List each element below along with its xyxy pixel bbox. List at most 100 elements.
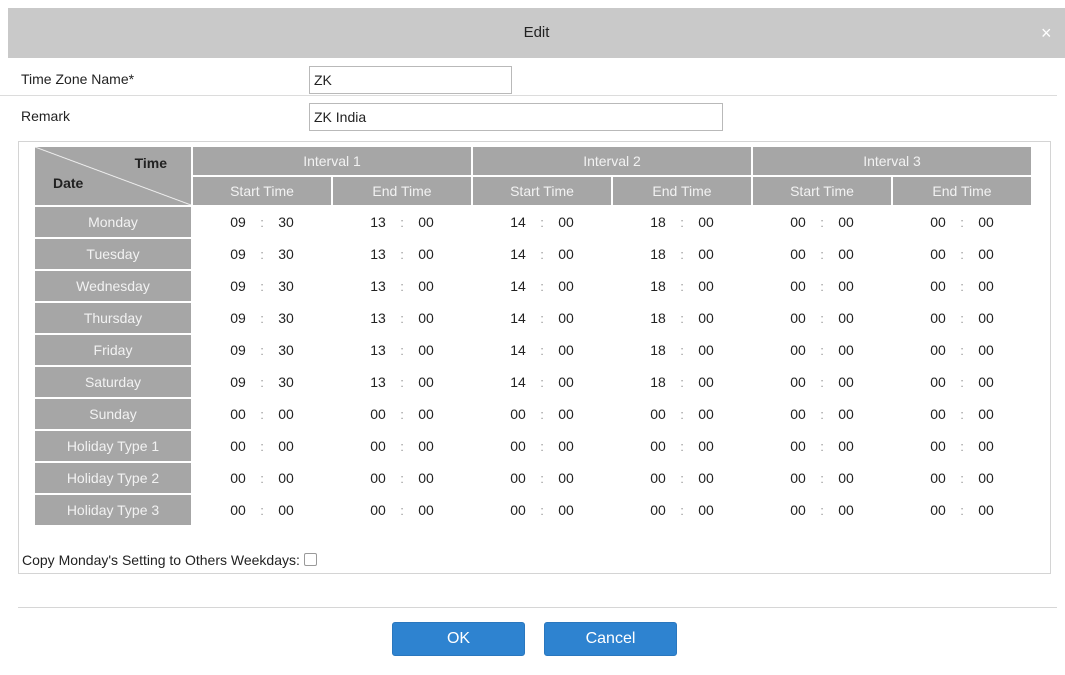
hour-field[interactable]: 00 bbox=[367, 406, 389, 422]
ok-button[interactable]: OK bbox=[392, 622, 525, 656]
minute-field[interactable]: 00 bbox=[415, 470, 437, 486]
hour-field[interactable]: 00 bbox=[507, 470, 529, 486]
hour-field[interactable]: 13 bbox=[367, 310, 389, 326]
hour-field[interactable]: 00 bbox=[647, 470, 669, 486]
hour-field[interactable]: 00 bbox=[227, 438, 249, 454]
minute-field[interactable]: 00 bbox=[275, 438, 297, 454]
hour-field[interactable]: 00 bbox=[927, 214, 949, 230]
minute-field[interactable]: 00 bbox=[695, 246, 717, 262]
minute-field[interactable]: 00 bbox=[835, 246, 857, 262]
hour-field[interactable]: 09 bbox=[227, 342, 249, 358]
minute-field[interactable]: 00 bbox=[275, 502, 297, 518]
minute-field[interactable]: 00 bbox=[555, 438, 577, 454]
hour-field[interactable]: 00 bbox=[367, 470, 389, 486]
remark-input[interactable] bbox=[309, 103, 723, 131]
minute-field[interactable]: 00 bbox=[835, 438, 857, 454]
minute-field[interactable]: 00 bbox=[415, 406, 437, 422]
minute-field[interactable]: 00 bbox=[835, 214, 857, 230]
minute-field[interactable]: 00 bbox=[695, 470, 717, 486]
hour-field[interactable]: 18 bbox=[647, 214, 669, 230]
minute-field[interactable]: 30 bbox=[275, 246, 297, 262]
hour-field[interactable]: 13 bbox=[367, 374, 389, 390]
minute-field[interactable]: 00 bbox=[975, 470, 997, 486]
minute-field[interactable]: 00 bbox=[975, 310, 997, 326]
minute-field[interactable]: 00 bbox=[835, 502, 857, 518]
minute-field[interactable]: 00 bbox=[835, 310, 857, 326]
hour-field[interactable]: 00 bbox=[787, 470, 809, 486]
minute-field[interactable]: 00 bbox=[555, 278, 577, 294]
hour-field[interactable]: 18 bbox=[647, 374, 669, 390]
hour-field[interactable]: 00 bbox=[927, 374, 949, 390]
close-icon[interactable]: × bbox=[1041, 8, 1065, 58]
minute-field[interactable]: 00 bbox=[415, 502, 437, 518]
minute-field[interactable]: 00 bbox=[695, 278, 717, 294]
hour-field[interactable]: 00 bbox=[787, 502, 809, 518]
minute-field[interactable]: 00 bbox=[695, 342, 717, 358]
hour-field[interactable]: 13 bbox=[367, 278, 389, 294]
minute-field[interactable]: 00 bbox=[415, 438, 437, 454]
hour-field[interactable]: 18 bbox=[647, 278, 669, 294]
minute-field[interactable]: 00 bbox=[975, 438, 997, 454]
hour-field[interactable]: 09 bbox=[227, 374, 249, 390]
hour-field[interactable]: 09 bbox=[227, 246, 249, 262]
minute-field[interactable]: 00 bbox=[555, 310, 577, 326]
hour-field[interactable]: 00 bbox=[367, 502, 389, 518]
hour-field[interactable]: 00 bbox=[507, 502, 529, 518]
hour-field[interactable]: 00 bbox=[787, 246, 809, 262]
hour-field[interactable]: 18 bbox=[647, 342, 669, 358]
hour-field[interactable]: 00 bbox=[927, 342, 949, 358]
minute-field[interactable]: 00 bbox=[555, 406, 577, 422]
hour-field[interactable]: 14 bbox=[507, 374, 529, 390]
hour-field[interactable]: 00 bbox=[507, 438, 529, 454]
hour-field[interactable]: 00 bbox=[787, 374, 809, 390]
hour-field[interactable]: 00 bbox=[787, 342, 809, 358]
hour-field[interactable]: 09 bbox=[227, 310, 249, 326]
hour-field[interactable]: 09 bbox=[227, 278, 249, 294]
minute-field[interactable]: 00 bbox=[555, 470, 577, 486]
minute-field[interactable]: 00 bbox=[415, 246, 437, 262]
hour-field[interactable]: 00 bbox=[227, 502, 249, 518]
minute-field[interactable]: 00 bbox=[835, 374, 857, 390]
minute-field[interactable]: 00 bbox=[695, 438, 717, 454]
hour-field[interactable]: 00 bbox=[787, 406, 809, 422]
hour-field[interactable]: 00 bbox=[647, 406, 669, 422]
copy-monday-checkbox[interactable] bbox=[303, 553, 317, 566]
minute-field[interactable]: 00 bbox=[695, 406, 717, 422]
hour-field[interactable]: 00 bbox=[927, 438, 949, 454]
minute-field[interactable]: 00 bbox=[415, 310, 437, 326]
minute-field[interactable]: 00 bbox=[975, 374, 997, 390]
minute-field[interactable]: 00 bbox=[415, 214, 437, 230]
minute-field[interactable]: 00 bbox=[695, 310, 717, 326]
minute-field[interactable]: 00 bbox=[415, 342, 437, 358]
hour-field[interactable]: 00 bbox=[227, 406, 249, 422]
minute-field[interactable]: 30 bbox=[275, 278, 297, 294]
hour-field[interactable]: 13 bbox=[367, 246, 389, 262]
minute-field[interactable]: 00 bbox=[555, 502, 577, 518]
minute-field[interactable]: 30 bbox=[275, 214, 297, 230]
minute-field[interactable]: 00 bbox=[555, 246, 577, 262]
hour-field[interactable]: 00 bbox=[787, 438, 809, 454]
hour-field[interactable]: 13 bbox=[367, 214, 389, 230]
minute-field[interactable]: 00 bbox=[975, 406, 997, 422]
hour-field[interactable]: 14 bbox=[507, 246, 529, 262]
minute-field[interactable]: 00 bbox=[695, 502, 717, 518]
hour-field[interactable]: 00 bbox=[787, 278, 809, 294]
hour-field[interactable]: 00 bbox=[227, 470, 249, 486]
hour-field[interactable]: 18 bbox=[647, 246, 669, 262]
minute-field[interactable]: 00 bbox=[555, 342, 577, 358]
hour-field[interactable]: 14 bbox=[507, 310, 529, 326]
minute-field[interactable]: 30 bbox=[275, 374, 297, 390]
hour-field[interactable]: 00 bbox=[927, 470, 949, 486]
hour-field[interactable]: 18 bbox=[647, 310, 669, 326]
minute-field[interactable]: 00 bbox=[835, 470, 857, 486]
hour-field[interactable]: 00 bbox=[507, 406, 529, 422]
minute-field[interactable]: 00 bbox=[835, 342, 857, 358]
minute-field[interactable]: 00 bbox=[975, 246, 997, 262]
minute-field[interactable]: 00 bbox=[555, 374, 577, 390]
minute-field[interactable]: 00 bbox=[975, 502, 997, 518]
minute-field[interactable]: 00 bbox=[975, 278, 997, 294]
hour-field[interactable]: 00 bbox=[927, 310, 949, 326]
minute-field[interactable]: 00 bbox=[975, 214, 997, 230]
hour-field[interactable]: 00 bbox=[787, 214, 809, 230]
minute-field[interactable]: 00 bbox=[555, 214, 577, 230]
